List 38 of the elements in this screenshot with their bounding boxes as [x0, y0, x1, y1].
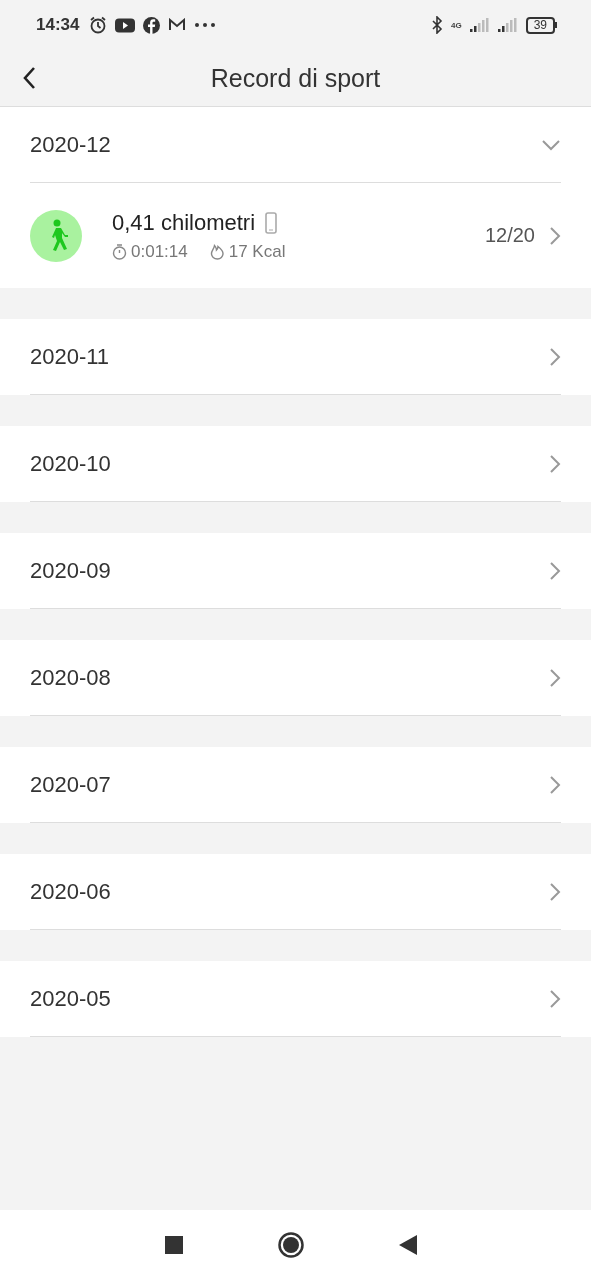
back-button[interactable] — [22, 66, 36, 90]
duration-text: 0:01:14 — [131, 241, 188, 262]
chevron-down-icon — [541, 138, 561, 151]
home-button[interactable] — [277, 1232, 304, 1258]
chevron-right-icon — [549, 988, 561, 1009]
status-time: 14:34 — [36, 15, 80, 35]
calories-text: 17 Kcal — [228, 241, 286, 262]
back-nav-button[interactable] — [398, 1235, 417, 1255]
chevron-right-icon — [549, 881, 561, 902]
chevron-right-icon — [549, 453, 561, 474]
flame-icon — [209, 243, 225, 260]
chevron-right-icon — [549, 346, 561, 367]
signal-icon — [497, 17, 518, 33]
battery-icon: 39 — [525, 16, 557, 34]
record-date: 12/20 — [484, 224, 535, 247]
more-dots-icon — [194, 22, 217, 28]
chevron-right-icon — [549, 560, 561, 581]
video-play-icon — [115, 17, 136, 33]
social-f-icon — [143, 16, 161, 34]
triangle-left-icon — [398, 1235, 417, 1255]
square-icon — [164, 1236, 183, 1254]
recent-apps-button[interactable] — [164, 1236, 183, 1254]
alarm-clock-icon — [89, 16, 108, 34]
mail-m-icon — [168, 18, 187, 32]
bluetooth-icon — [430, 16, 443, 34]
chevron-right-icon — [549, 667, 561, 688]
page-title: Record di sport — [210, 63, 381, 92]
chevron-right-icon — [549, 774, 561, 795]
home-circle-icon — [277, 1232, 304, 1258]
back-icon — [22, 66, 36, 90]
network-type: 4G — [450, 20, 462, 30]
record-item[interactable]: 0,41 chilometri 0:01:14 17 Kcal 12/20 — [0, 183, 591, 288]
chevron-right-icon — [549, 225, 561, 246]
stopwatch-icon — [112, 243, 127, 260]
distance-text: 0,41 chilometri — [112, 209, 256, 236]
signal-icon — [469, 17, 490, 33]
phone-icon — [265, 211, 278, 234]
month-row[interactable]: 2020-12 — [30, 107, 561, 183]
